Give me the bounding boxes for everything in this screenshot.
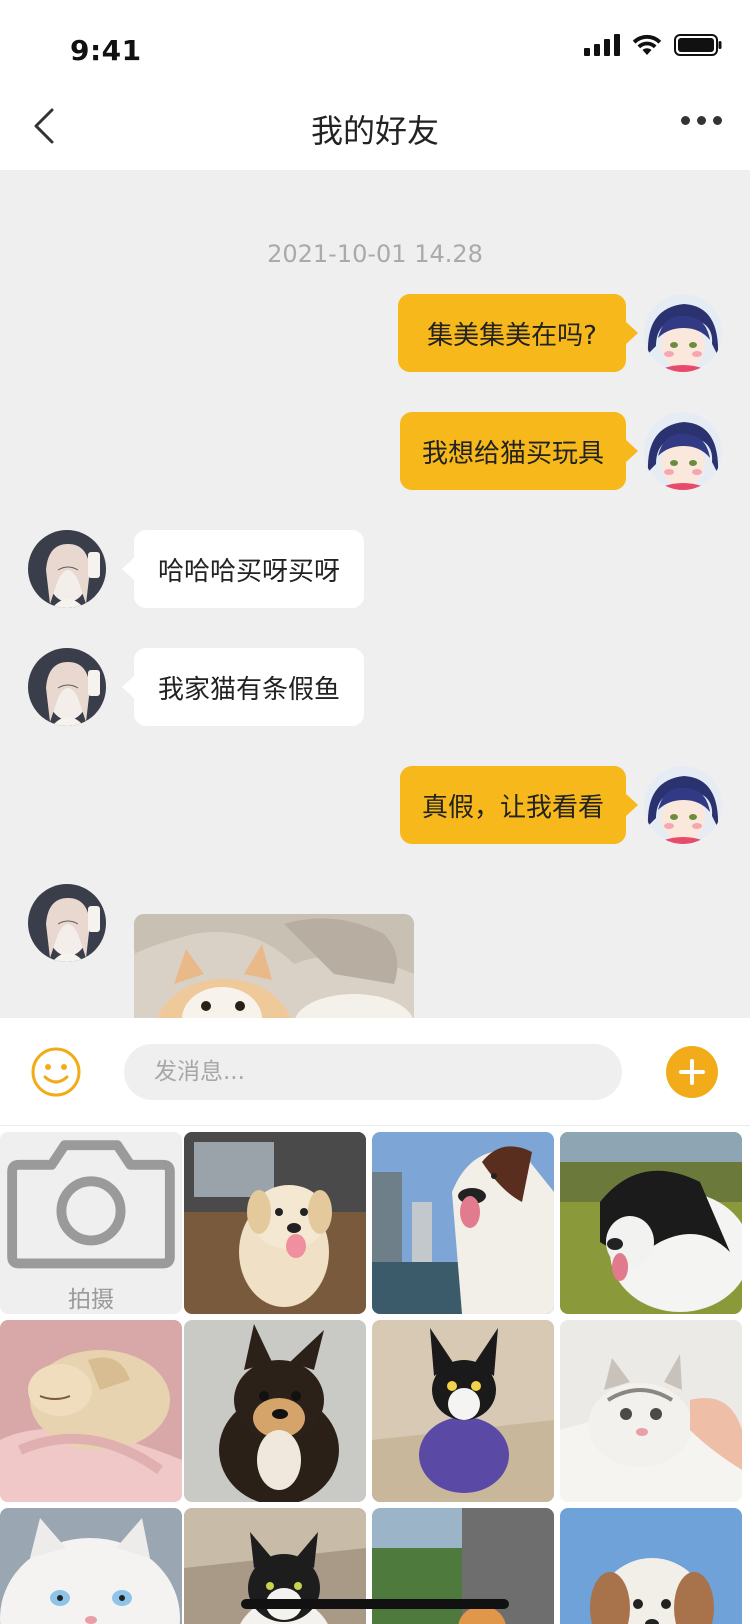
input-bar [0,1018,750,1126]
camera-icon [7,1140,175,1269]
message-row-received: 哈哈哈买呀买呀 [122,530,364,608]
photo-thumbnail[interactable] [0,1320,182,1502]
message-bubble-sent[interactable]: 我想给猫买玩具 [400,412,638,490]
message-bubble-sent[interactable]: 真假，让我看看 [400,766,638,844]
battery-icon [674,34,722,56]
more-dot-icon [713,116,722,125]
my-avatar[interactable] [644,766,722,844]
photo-thumbnail[interactable] [0,1508,182,1624]
friend-avatar[interactable] [28,648,106,726]
friend-avatar[interactable] [28,530,106,608]
photo-picker[interactable]: 拍摄 [0,1130,750,1624]
message-row-sent: 集美集美在吗? [398,294,638,372]
more-dot-icon [681,116,690,125]
photo-thumbnail[interactable] [372,1132,554,1314]
message-image-cat[interactable] [134,914,414,1018]
wifi-icon [632,34,662,56]
photo-thumbnail[interactable] [372,1320,554,1502]
more-dot-icon [697,116,706,125]
photo-thumbnail[interactable] [184,1320,366,1502]
message-bubble-sent[interactable]: 集美集美在吗? [398,294,638,372]
message-row-received: 我家猫有条假鱼 [122,648,364,726]
my-avatar[interactable] [644,294,722,372]
plus-button[interactable] [666,1046,718,1098]
signal-icon [584,34,620,56]
camera-tile[interactable]: 拍摄 [0,1132,182,1314]
chat-area[interactable]: 2021-10-01 14.28 集美集美在吗? 我想给猫买玩具 哈哈哈买呀买呀… [0,170,750,1018]
more-button[interactable] [681,116,722,125]
emoji-button[interactable] [30,1046,82,1098]
photo-thumbnail[interactable] [560,1508,742,1624]
message-row-sent: 真假，让我看看 [400,766,638,844]
page-title: 我的好友 [310,112,439,150]
photo-thumbnail[interactable] [560,1320,742,1502]
photo-thumbnail[interactable] [560,1132,742,1314]
photo-thumbnail[interactable] [184,1132,366,1314]
nav-bar: 我的好友 [0,88,750,170]
message-bubble-received[interactable]: 我家猫有条假鱼 [122,648,364,726]
status-icons [584,34,722,56]
status-time: 9:41 [70,34,142,67]
my-avatar[interactable] [644,412,722,490]
message-row-sent: 我想给猫买玩具 [400,412,638,490]
smiley-icon [31,1047,81,1097]
chat-timestamp: 2021-10-01 14.28 [267,240,483,268]
status-bar: 9:41 [0,0,750,88]
message-input[interactable] [124,1044,622,1100]
message-bubble-received[interactable]: 哈哈哈买呀买呀 [122,530,364,608]
home-indicator [241,1599,509,1609]
friend-avatar[interactable] [28,884,106,962]
camera-label: 拍摄 [68,1287,114,1313]
